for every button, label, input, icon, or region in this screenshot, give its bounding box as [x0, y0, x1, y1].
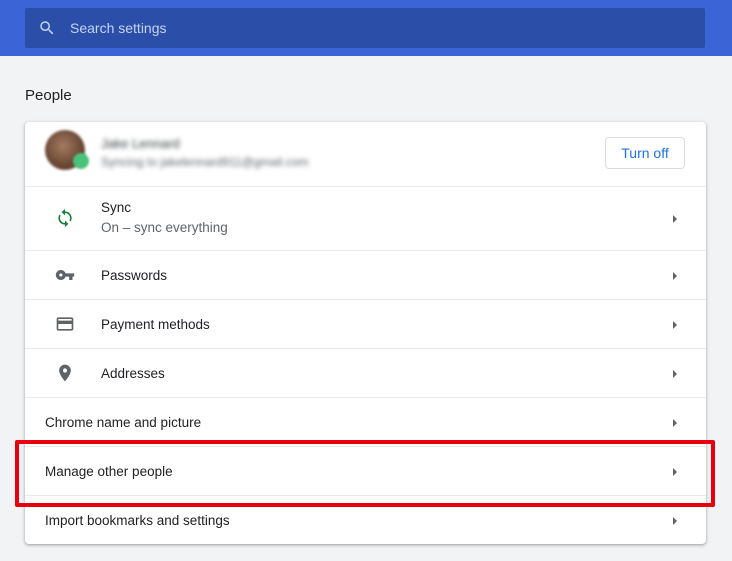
- chrome-name-picture-row[interactable]: Chrome name and picture: [25, 397, 706, 446]
- account-email: Syncing to jakelennard911@gmail.com: [101, 155, 309, 169]
- passwords-label: Passwords: [101, 268, 168, 283]
- account-row: Jake Lennard Syncing to jakelennard911@g…: [25, 122, 706, 186]
- sync-status-badge: [73, 153, 89, 169]
- top-bar: [0, 0, 732, 56]
- account-name: Jake Lennard: [101, 136, 180, 151]
- chrome-name-picture-label: Chrome name and picture: [45, 415, 202, 430]
- sync-status: On – sync everything: [101, 220, 228, 235]
- chevron-right-icon: [671, 516, 679, 526]
- chevron-right-icon: [671, 418, 679, 428]
- chevron-right-icon: [671, 214, 679, 224]
- addresses-row[interactable]: Addresses: [25, 348, 706, 397]
- chevron-right-icon: [671, 271, 679, 281]
- key-icon: [55, 265, 75, 285]
- chevron-right-icon: [671, 320, 679, 330]
- highlight-box: [15, 440, 715, 507]
- sync-icon: [55, 208, 75, 228]
- section-title: People: [25, 87, 72, 104]
- chevron-right-icon: [671, 369, 679, 379]
- sync-label: Sync: [101, 200, 132, 215]
- credit-card-icon: [55, 314, 75, 334]
- passwords-row[interactable]: Passwords: [25, 250, 706, 299]
- addresses-label: Addresses: [101, 366, 165, 381]
- payment-methods-label: Payment methods: [101, 317, 210, 332]
- sync-row[interactable]: Sync On – sync everything: [25, 186, 706, 250]
- import-bookmarks-label: Import bookmarks and settings: [45, 513, 230, 528]
- search-icon[interactable]: [38, 19, 56, 37]
- search-input[interactable]: [70, 13, 670, 43]
- location-pin-icon: [55, 363, 75, 383]
- payment-methods-row[interactable]: Payment methods: [25, 299, 706, 348]
- turn-off-button[interactable]: Turn off: [605, 137, 685, 169]
- search-box[interactable]: [25, 8, 705, 48]
